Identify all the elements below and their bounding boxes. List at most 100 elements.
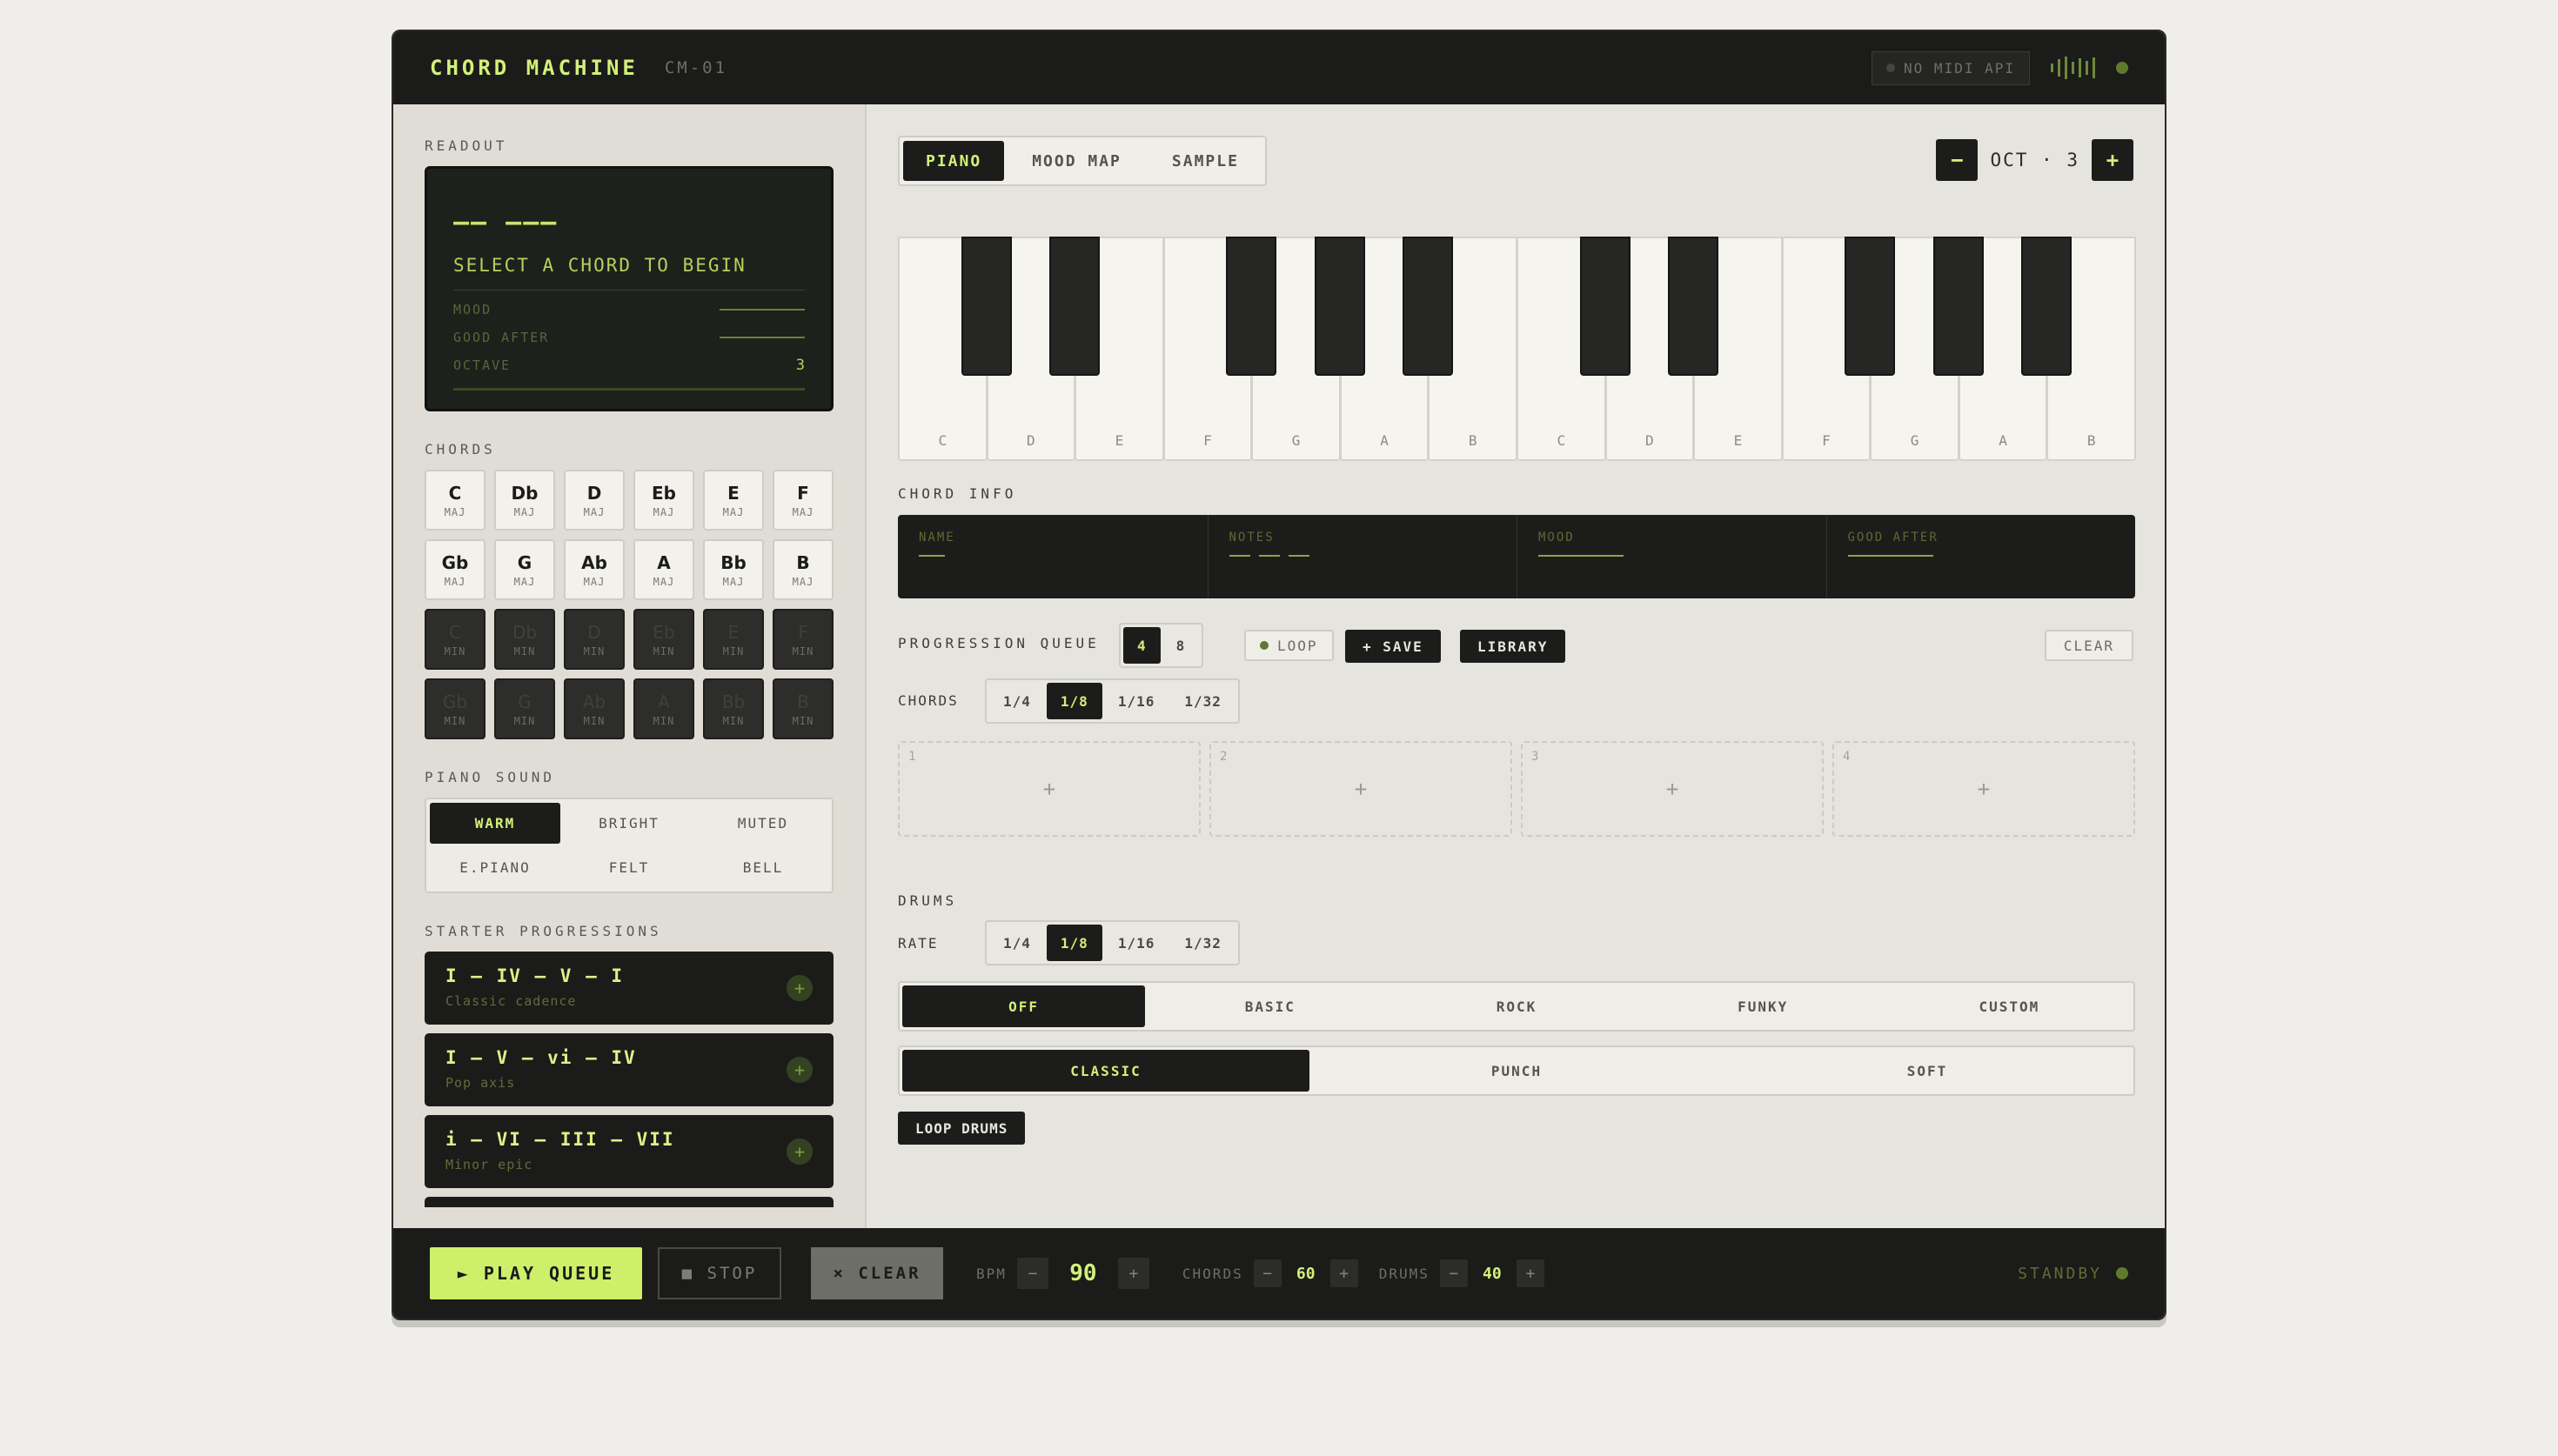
drum-kit-soft[interactable]: SOFT xyxy=(1724,1050,2131,1092)
save-button[interactable]: + SAVE xyxy=(1345,630,1441,663)
queue-rate-1-8[interactable]: 1/8 xyxy=(1046,683,1102,719)
piano-key-g-sharp[interactable] xyxy=(1314,237,1365,376)
chord-button-f-min[interactable]: F MIN xyxy=(773,609,834,670)
drums-rate-1-16[interactable]: 1/16 xyxy=(1104,925,1169,961)
sound-option-bell[interactable]: BELL xyxy=(698,847,828,888)
queue-slot[interactable]: 2 + xyxy=(1209,741,1512,837)
chords-volume-increase-button[interactable]: + xyxy=(1329,1259,1358,1287)
piano-key-a-sharp[interactable] xyxy=(1403,237,1454,376)
piano-key-d-sharp[interactable] xyxy=(1668,237,1719,376)
chord-button-c-min[interactable]: C MIN xyxy=(425,609,485,670)
chord-button-name: Ab xyxy=(582,691,606,712)
chord-button-gb-maj[interactable]: Gb MAJ xyxy=(425,539,485,600)
queue-slot[interactable]: 4 + xyxy=(1832,741,2135,837)
chord-button-name: Gb xyxy=(441,551,469,573)
loop-toggle[interactable]: LOOP xyxy=(1244,630,1334,661)
drums-volume-increase-button[interactable]: + xyxy=(1516,1259,1544,1287)
queue-rate-1-32[interactable]: 1/32 xyxy=(1170,683,1235,719)
piano-key-g-sharp[interactable] xyxy=(1932,237,1984,376)
sound-option-epiano[interactable]: E.PIANO xyxy=(430,847,560,888)
sound-option-muted[interactable]: MUTED xyxy=(698,803,828,844)
piano-key-c-sharp[interactable] xyxy=(961,237,1012,376)
chord-button-name: Bb xyxy=(721,691,746,712)
piano-key-c-sharp[interactable] xyxy=(1579,237,1631,376)
drums-volume-decrease-button[interactable]: − xyxy=(1439,1259,1468,1287)
drum-pattern-basic[interactable]: BASIC xyxy=(1148,985,1391,1027)
bpm-decrease-button[interactable]: − xyxy=(1016,1258,1048,1289)
drum-pattern-funky[interactable]: FUNKY xyxy=(1642,985,1885,1027)
queue-rate-1-4[interactable]: 1/4 xyxy=(989,683,1045,719)
chord-button-name: Db xyxy=(511,482,539,504)
chord-button-g-min[interactable]: G MIN xyxy=(494,678,555,739)
add-progression-button[interactable]: + xyxy=(787,1139,813,1165)
chord-button-g-maj[interactable]: G MAJ xyxy=(494,539,555,600)
stop-button[interactable]: ■ STOP xyxy=(658,1247,781,1299)
add-slot-icon: + xyxy=(1042,777,1056,801)
chords-volume-value: 60 xyxy=(1296,1264,1316,1283)
starter-progression-card[interactable]: I – V – vi – IV Pop axis + xyxy=(425,1033,834,1106)
clear-button[interactable]: × CLEAR xyxy=(811,1247,943,1299)
chord-button-a-min[interactable]: A MIN xyxy=(633,678,694,739)
queue-rate-1-16[interactable]: 1/16 xyxy=(1104,683,1169,719)
drum-kit-punch[interactable]: PUNCH xyxy=(1313,1050,1720,1092)
chord-button-ab-min[interactable]: Ab MIN xyxy=(564,678,625,739)
sound-option-bright[interactable]: BRIGHT xyxy=(564,803,694,844)
queue-length-4[interactable]: 4 xyxy=(1123,627,1161,664)
chords-volume-decrease-button[interactable]: − xyxy=(1253,1259,1282,1287)
piano-key-a-sharp[interactable] xyxy=(2021,237,2073,376)
play-queue-button[interactable]: ► PLAY QUEUE xyxy=(430,1247,642,1299)
chord-button-a-maj[interactable]: A MAJ xyxy=(633,539,694,600)
chord-button-e-maj[interactable]: E MAJ xyxy=(703,470,764,531)
octave-down-button[interactable]: − xyxy=(1936,139,1979,181)
queue-length-8[interactable]: 8 xyxy=(1162,627,1200,664)
chord-button-eb-maj[interactable]: Eb MAJ xyxy=(633,470,694,531)
drum-pattern-custom[interactable]: CUSTOM xyxy=(1888,985,2131,1027)
readout-good-after-label: GOOD AFTER xyxy=(453,330,550,345)
drums-rate-1-8[interactable]: 1/8 xyxy=(1046,925,1102,961)
bpm-increase-button[interactable]: + xyxy=(1117,1258,1149,1289)
octave-control: − OCT · 3 + xyxy=(1936,139,2133,181)
queue-slot[interactable]: 1 + xyxy=(898,741,1201,837)
chord-button-f-maj[interactable]: F MAJ xyxy=(773,470,834,531)
chord-button-c-maj[interactable]: C MAJ xyxy=(425,470,485,531)
starter-progression-card[interactable]: I – IV – V – I Classic cadence + xyxy=(425,952,834,1025)
chord-button-name: C xyxy=(449,621,461,643)
drums-heading: DRUMS xyxy=(898,892,958,909)
chord-button-d-maj[interactable]: D MAJ xyxy=(564,470,625,531)
piano-key-f-sharp[interactable] xyxy=(1226,237,1277,376)
chord-button-ab-maj[interactable]: Ab MAJ xyxy=(564,539,625,600)
chord-button-bb-maj[interactable]: Bb MAJ xyxy=(703,539,764,600)
piano-key-d-sharp[interactable] xyxy=(1049,237,1101,376)
sound-option-warm[interactable]: WARM xyxy=(430,803,560,844)
drum-pattern-rock[interactable]: ROCK xyxy=(1395,985,1637,1027)
drums-rate-1-32[interactable]: 1/32 xyxy=(1170,925,1235,961)
piano-key-f-sharp[interactable] xyxy=(1845,237,1896,376)
clear-queue-button[interactable]: CLEAR xyxy=(2044,630,2133,661)
loop-drums-button[interactable]: LOOP DRUMS xyxy=(898,1112,1026,1145)
chord-button-db-maj[interactable]: Db MAJ xyxy=(494,470,555,531)
add-progression-button[interactable]: + xyxy=(787,1057,813,1083)
chord-button-quality: MIN xyxy=(653,714,675,727)
chord-button-quality: MIN xyxy=(653,645,675,658)
chord-button-db-min[interactable]: Db MIN xyxy=(494,609,555,670)
chord-button-eb-min[interactable]: Eb MIN xyxy=(633,609,694,670)
sound-option-felt[interactable]: FELT xyxy=(564,847,694,888)
drums-rate-1-4[interactable]: 1/4 xyxy=(989,925,1045,961)
tab-mood-map[interactable]: MOOD MAP xyxy=(1009,141,1144,181)
chord-button-gb-min[interactable]: Gb MIN xyxy=(425,678,485,739)
chord-button-b-min[interactable]: B MIN xyxy=(773,678,834,739)
add-progression-button[interactable]: + xyxy=(787,975,813,1001)
chord-button-d-min[interactable]: D MIN xyxy=(564,609,625,670)
chord-button-e-min[interactable]: E MIN xyxy=(703,609,764,670)
drum-pattern-off[interactable]: OFF xyxy=(902,985,1146,1027)
tab-piano[interactable]: PIANO xyxy=(903,141,1005,181)
drum-kit-classic[interactable]: CLASSIC xyxy=(902,1050,1309,1092)
chord-button-b-maj[interactable]: B MAJ xyxy=(773,539,834,600)
library-button[interactable]: LIBRARY xyxy=(1460,630,1566,663)
chord-button-bb-min[interactable]: Bb MIN xyxy=(703,678,764,739)
starter-progression-card[interactable]: i – VI – III – VII Minor epic + xyxy=(425,1115,834,1188)
queue-length-selector: 48 xyxy=(1119,623,1204,668)
tab-sample[interactable]: SAMPLE xyxy=(1149,141,1262,181)
queue-slot[interactable]: 3 + xyxy=(1521,741,1824,837)
octave-up-button[interactable]: + xyxy=(2092,139,2133,181)
